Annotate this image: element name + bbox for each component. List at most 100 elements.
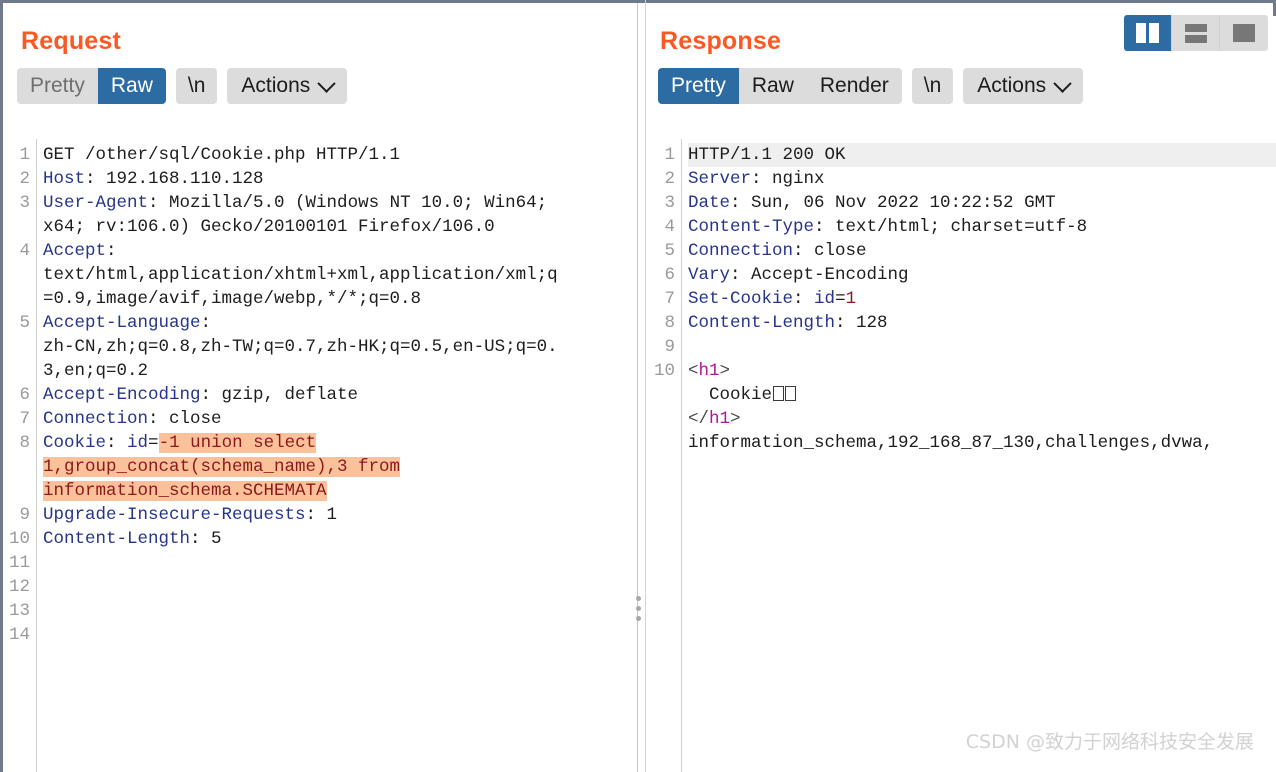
code-token: : close <box>793 241 867 261</box>
code-line: Upgrade-Insecure-Requests: 1 <box>43 503 637 527</box>
code-token: HTTP/1.1 200 OK <box>688 145 846 165</box>
code-token: : <box>793 289 815 309</box>
code-token: : Accept-Encoding <box>730 265 909 285</box>
code-token: Cookie <box>688 385 773 405</box>
code-line: x64; rv:106.0) Gecko/20100101 Firefox/10… <box>43 215 637 239</box>
line-number: 6 <box>664 265 675 285</box>
request-editor[interactable]: 1 2 3 4 5 6 7 8 9 10 11 12 13 14 GET /other/sql/Cooki… <box>3 139 637 772</box>
response-view-render[interactable]: Render <box>807 68 902 104</box>
line-number: 14 <box>8 625 30 645</box>
response-toolbar: Pretty Raw Render \n Actions <box>650 68 1276 104</box>
response-view-selector: Pretty Raw Render <box>658 68 902 104</box>
code-line: Accept-Encoding: gzip, deflate <box>43 383 637 407</box>
code-token: Content-Length <box>688 313 836 333</box>
code-line: Content-Length: 5 <box>43 527 637 551</box>
line-number: 8 <box>664 313 675 333</box>
line-number <box>3 479 30 503</box>
vertical-split-icon <box>1136 23 1159 43</box>
line-number: 9 <box>664 337 675 357</box>
line-number: 2 <box>19 169 30 189</box>
line-number <box>3 359 30 383</box>
response-panel: Response Pretty Raw Render \n Actions 12… <box>650 3 1276 772</box>
request-view-raw[interactable]: Raw <box>97 68 166 104</box>
code-line: Server: nginx <box>688 167 1276 191</box>
line-number <box>3 287 30 311</box>
line-number: 7 <box>19 409 30 429</box>
code-token: 3,en;q=0.2 <box>43 361 149 381</box>
code-token: Content-Length <box>43 529 191 549</box>
line-number: 8 <box>19 433 30 453</box>
line-number <box>3 335 30 359</box>
request-actions-button[interactable]: Actions <box>227 68 348 104</box>
layout-toggle-group <box>1124 15 1268 51</box>
csdn-watermark: CSDN @致力于网络科技安全发展 <box>965 731 1254 753</box>
code-line: text/html,application/xhtml+xml,applicat… <box>43 263 637 287</box>
code-token: Set-Cookie <box>688 289 794 309</box>
code-line: Content-Length: 128 <box>688 311 1276 335</box>
line-number: 9 <box>19 505 30 525</box>
line-number: 13 <box>8 601 30 621</box>
code-token: : 192.168.110.128 <box>85 169 264 189</box>
line-number: 6 <box>19 385 30 405</box>
code-token: GET /other/sql/Cookie.php HTTP/1.1 <box>43 145 401 165</box>
request-panel: Request Pretty Raw \n Actions 1234567891… <box>3 3 637 772</box>
request-code-area[interactable]: GET /other/sql/Cookie.php HTTP/1.1 Host: … <box>37 139 637 772</box>
code-token: -1 union select <box>158 433 317 453</box>
code-token: : close <box>148 409 222 429</box>
response-view-raw[interactable]: Raw <box>739 68 807 104</box>
single-pane-icon <box>1233 24 1255 42</box>
line-number: 7 <box>664 289 675 309</box>
response-newline-button[interactable]: \n <box>911 68 954 104</box>
line-number <box>3 215 30 239</box>
line-number: 11 <box>8 553 30 573</box>
line-number: 12 <box>8 577 30 597</box>
response-actions-button[interactable]: Actions <box>963 68 1084 104</box>
code-token: : 128 <box>835 313 888 333</box>
line-number: 5 <box>664 241 675 261</box>
code-token: zh-CN,zh;q=0.8,zh-TW;q=0.7,zh-HK;q=0.5,e… <box>43 337 558 357</box>
code-line: User-Agent: Mozilla/5.0 (Windows NT 10.0… <box>43 191 637 215</box>
line-number <box>650 431 675 455</box>
burp-repeater-window: Request Pretty Raw \n Actions 1234567891… <box>0 0 1276 772</box>
line-number <box>650 407 675 431</box>
code-line: HTTP/1.1 200 OK <box>688 143 1276 167</box>
code-token: Content-Type <box>688 217 815 237</box>
request-view-selector: Pretty Raw <box>17 68 166 104</box>
horizontal-split-icon <box>1184 23 1207 43</box>
line-number: 10 <box>653 361 675 381</box>
request-panel-title: Request <box>21 27 122 55</box>
code-line: Cookie <box>688 383 1276 407</box>
line-number <box>3 263 30 287</box>
code-token: </ <box>688 409 710 429</box>
code-token: : text/html; charset=utf-8 <box>814 217 1088 237</box>
code-token: Connection <box>43 409 149 429</box>
code-line: information_schema,192_168_87_130,challe… <box>688 431 1276 455</box>
code-token: : Sun, 06 Nov 2022 10:22:52 GMT <box>730 193 1056 213</box>
request-newline-button[interactable]: \n <box>175 68 218 104</box>
code-line: Vary: Accept-Encoding <box>688 263 1276 287</box>
layout-horizontal-split-button[interactable] <box>1172 15 1220 51</box>
response-code-area[interactable]: HTTP/1.1 200 OK Server: nginx Date: Sun, 0… <box>682 139 1276 772</box>
response-line-numbers: 1 2 3 4 5 6 7 8 9 10 <box>650 139 682 772</box>
line-number: 1 <box>19 145 30 165</box>
layout-vertical-split-button[interactable] <box>1124 15 1172 51</box>
code-line: Date: Sun, 06 Nov 2022 10:22:52 GMT <box>688 191 1276 215</box>
code-line: GET /other/sql/Cookie.php HTTP/1.1 <box>43 143 637 167</box>
line-number: 4 <box>664 217 675 237</box>
response-view-pretty[interactable]: Pretty <box>658 68 739 104</box>
code-token: information_schema.SCHEMATA <box>43 481 327 501</box>
panel-divider-secondary <box>645 0 646 772</box>
code-token: x64; rv:106.0) Gecko/20100101 Firefox/10… <box>43 217 495 237</box>
line-number <box>3 455 30 479</box>
response-editor[interactable]: 1 2 3 4 5 6 7 8 9 10 HTTP/1.1 200 OK Server: nginx… <box>650 139 1276 772</box>
code-token: Cookie <box>43 433 107 453</box>
panel-resize-handle[interactable] <box>636 596 643 621</box>
request-view-pretty[interactable]: Pretty <box>17 68 98 104</box>
layout-single-pane-button[interactable] <box>1220 15 1268 51</box>
code-token: : Mozilla/5.0 (Windows NT 10.0; Win64; <box>148 193 548 213</box>
code-line: Host: 192.168.110.128 <box>43 167 637 191</box>
code-token: < <box>688 361 699 381</box>
code-line: Content-Type: text/html; charset=utf-8 <box>688 215 1276 239</box>
line-number: 3 <box>19 193 30 213</box>
code-line: Accept-Language: <box>43 311 637 335</box>
